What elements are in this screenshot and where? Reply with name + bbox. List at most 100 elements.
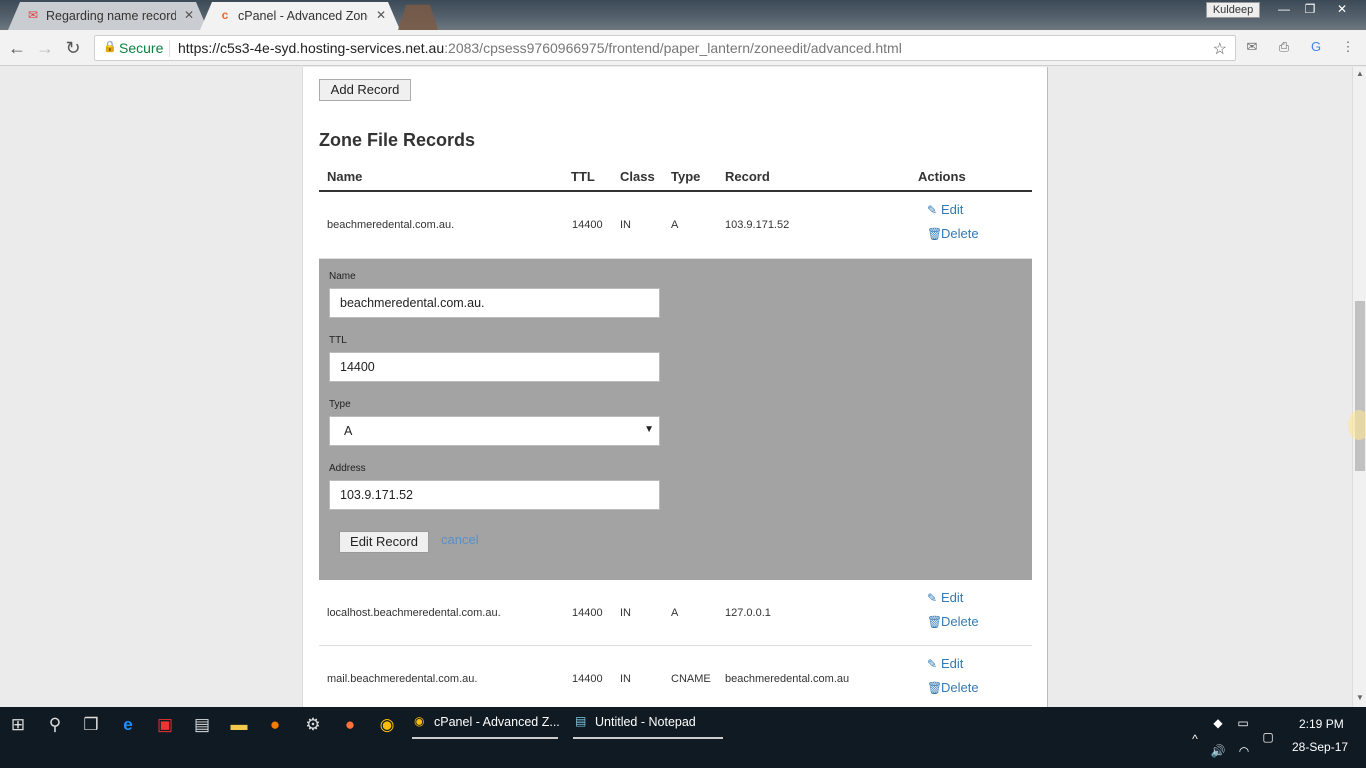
- table-row: mail.beachmeredental.com.au. 14400 IN CN…: [319, 646, 1032, 707]
- record-value: beachmeredental.com.au: [725, 673, 850, 685]
- close-window-button[interactable]: ✕: [1328, 0, 1356, 18]
- edit-label: Edit: [941, 202, 964, 217]
- secure-label: Secure: [119, 40, 164, 56]
- edit-record-button[interactable]: Edit Record: [339, 531, 429, 553]
- chrome-icon[interactable]: ◉: [376, 714, 398, 736]
- page-viewport: Add Record Zone File Records Name TTL Cl…: [0, 67, 1352, 707]
- taskbar-app-chrome[interactable]: ◉ cPanel - Advanced Z...: [412, 711, 560, 741]
- column-header-name[interactable]: Name: [327, 169, 362, 184]
- bookmark-star-icon[interactable]: ☆: [1213, 39, 1227, 59]
- task-view-icon[interactable]: ❒: [80, 714, 102, 736]
- tab-cpanel[interactable]: c cPanel - Advanced Zone ✕: [200, 2, 400, 30]
- browser-titlebar: ✉ Regarding name record ✕ c cPanel - Adv…: [0, 0, 1366, 30]
- restore-button[interactable]: ❐: [1296, 0, 1324, 18]
- network-tool-icon[interactable]: ⚙: [302, 714, 324, 736]
- vertical-scrollbar[interactable]: ▲ ▼: [1352, 67, 1366, 707]
- battery-icon[interactable]: ▭: [1235, 715, 1251, 731]
- delete-label: Delete: [941, 680, 979, 695]
- edge-icon[interactable]: e: [117, 714, 139, 736]
- clock-date[interactable]: 28-Sep-17: [1292, 740, 1348, 754]
- chevron-down-icon: ▼: [644, 424, 654, 435]
- cancel-link[interactable]: cancel: [441, 532, 479, 547]
- start-icon[interactable]: ⊞: [7, 714, 29, 736]
- delete-link[interactable]: 🗑Delete: [927, 614, 979, 629]
- edit-link[interactable]: ✎ Edit: [927, 590, 963, 605]
- section-title: Zone File Records: [319, 130, 476, 150]
- column-header-class[interactable]: Class: [620, 169, 655, 184]
- address-input[interactable]: 103.9.171.52: [329, 480, 660, 510]
- record-type: CNAME: [671, 673, 711, 685]
- record-class: IN: [620, 219, 631, 231]
- record-value: 127.0.0.1: [725, 607, 771, 619]
- cursor-highlight: [1348, 410, 1366, 440]
- column-header-actions: Actions: [918, 169, 966, 184]
- app-icon[interactable]: ●: [264, 714, 286, 736]
- search-icon[interactable]: ⚲: [44, 714, 66, 736]
- edit-link[interactable]: ✎ Edit: [927, 656, 963, 671]
- ttl-label: TTL: [329, 335, 347, 346]
- scroll-thumb[interactable]: [1355, 301, 1365, 471]
- forward-icon[interactable]: →: [34, 37, 56, 59]
- delete-link[interactable]: 🗑Delete: [927, 226, 979, 241]
- column-header-record[interactable]: Record: [725, 169, 770, 184]
- cpanel-icon: c: [221, 8, 229, 22]
- pencil-icon: ✎: [927, 591, 938, 605]
- tab-close-icon[interactable]: ✕: [184, 8, 194, 22]
- windows-taskbar: ⊞ ⚲ ❒ e ▣ ▤ ▬ ● ⚙ ● ◉ ◉ cPanel - Advance…: [0, 707, 1366, 768]
- firefox-icon[interactable]: ●: [339, 714, 361, 736]
- divider: [169, 40, 170, 57]
- edit-link[interactable]: ✎ Edit: [927, 202, 963, 217]
- acrobat-icon[interactable]: ▣: [154, 714, 176, 736]
- menu-icon[interactable]: ⋮: [1339, 39, 1357, 55]
- dropbox-icon[interactable]: ◆: [1210, 715, 1226, 731]
- trash-icon: 🗑: [927, 681, 943, 695]
- column-header-type[interactable]: Type: [671, 169, 700, 184]
- reload-icon[interactable]: ↻: [62, 37, 84, 59]
- pdf-extension-icon[interactable]: ⎙: [1275, 39, 1293, 55]
- scroll-up-icon[interactable]: ▲: [1355, 69, 1365, 78]
- store-icon[interactable]: ▤: [191, 714, 213, 736]
- active-indicator: [573, 737, 723, 739]
- minimize-button[interactable]: —: [1270, 0, 1298, 18]
- tab-gmail[interactable]: ✉ Regarding name record ✕: [8, 2, 208, 30]
- new-tab-button[interactable]: [398, 4, 438, 30]
- trash-icon: 🗑: [927, 615, 943, 629]
- scroll-down-icon[interactable]: ▼: [1355, 693, 1365, 702]
- record-type: A: [671, 607, 679, 619]
- delete-label: Delete: [941, 226, 979, 241]
- delete-link[interactable]: 🗑Delete: [927, 680, 979, 695]
- file-explorer-icon[interactable]: ▬: [228, 714, 250, 736]
- mail-extension-icon[interactable]: ✉: [1243, 39, 1261, 55]
- record-name: mail.beachmeredental.com.au.: [327, 673, 478, 685]
- volume-icon[interactable]: 🔊: [1210, 743, 1226, 759]
- gmail-icon: ✉: [27, 8, 39, 22]
- delete-label: Delete: [941, 614, 979, 629]
- type-selected-value: A: [344, 424, 353, 438]
- record-ttl: 14400: [572, 607, 603, 619]
- ttl-input[interactable]: 14400: [329, 352, 660, 382]
- taskbar-app-title: Untitled - Notepad: [595, 715, 696, 729]
- record-type: A: [671, 219, 679, 231]
- add-record-button[interactable]: Add Record: [319, 79, 411, 101]
- pencil-icon: ✎: [927, 203, 938, 217]
- lock-icon: 🔒: [103, 41, 117, 53]
- tab-close-icon[interactable]: ✕: [376, 8, 386, 22]
- column-header-ttl[interactable]: TTL: [571, 169, 595, 184]
- type-select[interactable]: A ▼: [329, 416, 660, 446]
- clock-time[interactable]: 2:19 PM: [1299, 717, 1344, 731]
- chevron-up-icon[interactable]: ^: [1187, 731, 1203, 747]
- edit-label: Edit: [941, 656, 964, 671]
- address-bar[interactable]: 🔒 Secure https://c5s3-4e-syd.hosting-ser…: [94, 35, 1236, 61]
- address-label: Address: [329, 463, 366, 474]
- back-icon[interactable]: ←: [6, 37, 28, 59]
- url-text[interactable]: https://c5s3-4e-syd.hosting-services.net…: [178, 40, 902, 56]
- name-input[interactable]: beachmeredental.com.au.: [329, 288, 660, 318]
- record-name: beachmeredental.com.au.: [327, 219, 455, 231]
- profile-badge[interactable]: Kuldeep: [1206, 2, 1260, 18]
- notepad-icon: ▤: [575, 714, 587, 728]
- chrome-icon: ◉: [414, 714, 425, 728]
- wifi-icon[interactable]: ◠: [1236, 743, 1252, 759]
- action-center-icon[interactable]: ▢: [1260, 729, 1276, 745]
- translate-extension-icon[interactable]: G: [1307, 39, 1325, 55]
- taskbar-app-notepad[interactable]: ▤ Untitled - Notepad: [573, 711, 723, 741]
